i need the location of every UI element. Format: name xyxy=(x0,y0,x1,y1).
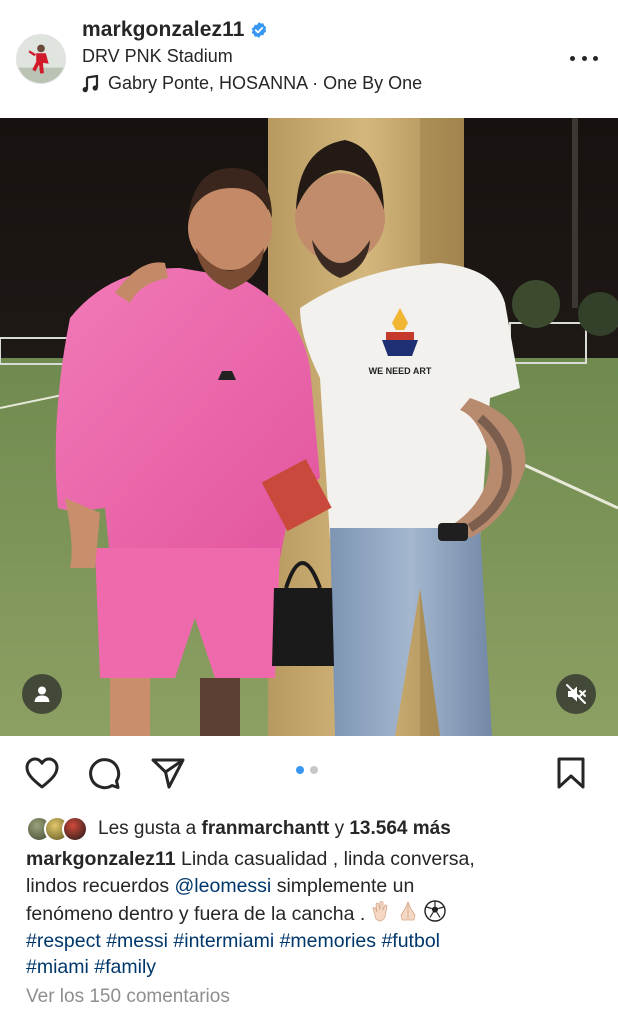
caption-author[interactable]: markgonzalez11 xyxy=(26,848,176,870)
likes-summary[interactable]: Les gusta a franmarchantt y 13.564 más xyxy=(26,814,451,844)
comment-icon xyxy=(89,758,121,790)
caption-line-3: fenómeno dentro y fuera de la cancha . xyxy=(26,899,596,928)
carousel-indicator xyxy=(296,766,318,774)
caption-hashtags-1[interactable]: #respect #messi #intermiami #memories #f… xyxy=(26,928,596,955)
username-text[interactable]: markgonzalez11 xyxy=(82,18,244,41)
mute-button[interactable] xyxy=(556,674,596,714)
verified-icon xyxy=(252,22,267,38)
post-location[interactable]: DRV PNK Stadium xyxy=(82,46,233,67)
person-tag-button[interactable] xyxy=(22,674,62,714)
view-comments-link[interactable]: Ver los 150 comentarios xyxy=(26,986,230,1008)
person-tag-icon xyxy=(34,686,50,702)
carousel-dot-active xyxy=(296,766,304,774)
profile-avatar[interactable] xyxy=(16,34,66,84)
comment-button[interactable] xyxy=(86,756,122,790)
caption-emojis xyxy=(369,899,447,923)
avatar xyxy=(62,816,88,842)
action-bar xyxy=(0,742,618,804)
liker-avatars xyxy=(26,816,88,842)
caption-line-1: markgonzalez11 Linda casualidad , linda … xyxy=(26,846,596,873)
carousel-dot xyxy=(310,766,318,774)
likes-prefix: Les gusta a xyxy=(98,818,197,839)
music-label: Gabry Ponte, HOSANNA · One By One xyxy=(108,73,423,93)
post-header: markgonzalez11 DRV PNK Stadium Gabry Pon… xyxy=(0,0,618,118)
like-button[interactable] xyxy=(24,756,60,790)
caption-mention[interactable]: @leomessi xyxy=(175,875,272,897)
caption-hashtags-2[interactable]: #miami #family xyxy=(26,954,596,981)
more-icon[interactable] xyxy=(570,48,598,68)
bookmark-icon xyxy=(557,757,585,789)
soccer-ball-icon xyxy=(424,900,447,922)
mute-icon xyxy=(566,684,586,704)
likes-joiner: y xyxy=(334,818,345,839)
clapping-hands-icon xyxy=(372,901,388,922)
music-note-icon xyxy=(82,74,99,92)
post-username[interactable]: markgonzalez11 xyxy=(82,18,268,42)
likes-count[interactable]: 13.564 más xyxy=(349,818,450,840)
caption-text: lindos recuerdos xyxy=(26,874,170,897)
heart-icon xyxy=(25,757,59,789)
share-button[interactable] xyxy=(150,756,186,790)
save-button[interactable] xyxy=(556,756,586,790)
caption-text: fenómeno dentro y fuera de la cancha . xyxy=(26,903,366,925)
praying-hands-icon xyxy=(400,900,416,921)
post-photo[interactable]: WE NEED ART xyxy=(0,118,618,736)
likes-user[interactable]: franmarchantt xyxy=(202,818,330,840)
post-music[interactable]: Gabry Ponte, HOSANNA · One By One xyxy=(82,73,422,94)
shirt-print-text: WE NEED ART xyxy=(369,366,432,376)
post-caption: markgonzalez11 Linda casualidad , linda … xyxy=(26,846,596,981)
caption-line-2: lindos recuerdos @leomessi simplemente u… xyxy=(26,873,596,900)
share-icon xyxy=(151,758,185,789)
caption-text: simplemente un xyxy=(276,874,415,897)
caption-text: Linda casualidad , linda conversa, xyxy=(181,848,475,870)
